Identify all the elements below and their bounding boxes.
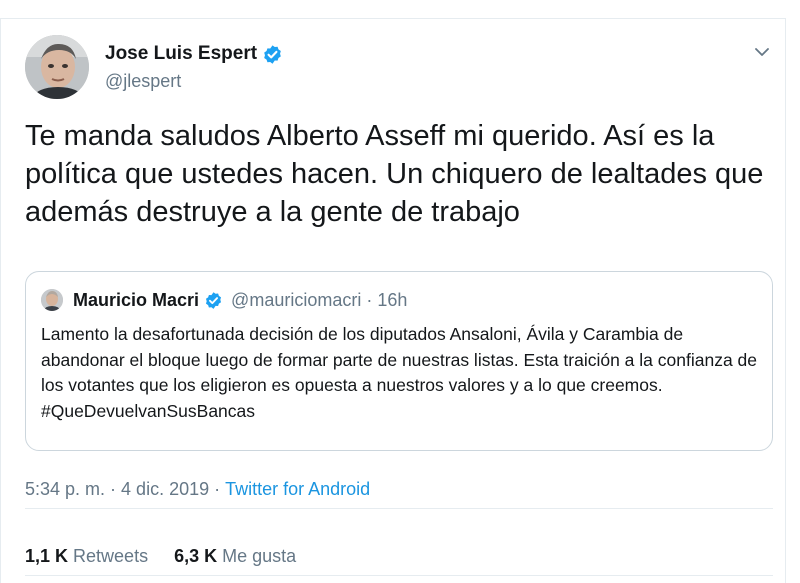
retweets-label: Retweets	[73, 546, 149, 566]
quoted-tweet[interactable]: Mauricio Macri @mauriciomacri · 16h Lame…	[25, 271, 773, 451]
likes-count: 6,3 K	[174, 546, 218, 566]
tweet-time[interactable]: 5:34 p. m.	[25, 479, 105, 499]
likes-stat[interactable]: 6,3 K Me gusta	[174, 546, 296, 567]
quoted-timestamp[interactable]: 16h	[377, 290, 407, 311]
tweet-card: Jose Luis Espert @jlespert Te manda salu…	[0, 18, 786, 583]
retweets-stat[interactable]: 1,1 K Retweets	[25, 546, 148, 567]
divider	[25, 508, 773, 509]
divider	[25, 575, 773, 576]
tweet-source-link[interactable]: Twitter for Android	[225, 479, 370, 499]
verified-badge-icon	[262, 44, 283, 65]
author-avatar[interactable]	[25, 35, 89, 99]
quoted-header: Mauricio Macri @mauriciomacri · 16h	[73, 290, 407, 311]
tweet-text: Te manda saludos Alberto Asseff mi queri…	[25, 120, 764, 228]
quoted-separator: ·	[366, 290, 373, 310]
quoted-author-avatar[interactable]	[41, 289, 63, 311]
tweet-stats: 1,1 K Retweets 6,3 K Me gusta	[25, 546, 296, 567]
tweet-date[interactable]: 4 dic. 2019	[121, 479, 209, 499]
meta-separator: ·	[214, 479, 221, 499]
author-handle[interactable]: @jlespert	[105, 71, 181, 92]
quoted-display-name[interactable]: Mauricio Macri	[73, 290, 199, 311]
quoted-text: Lamento la desafortunada decisión de los…	[41, 324, 758, 421]
retweets-count: 1,1 K	[25, 546, 69, 566]
chevron-down-icon[interactable]	[751, 41, 773, 63]
likes-label: Me gusta	[222, 546, 297, 566]
verified-badge-icon	[204, 291, 223, 310]
author-display-name[interactable]: Jose Luis Espert	[105, 43, 257, 65]
tweet-meta: 5:34 p. m. · 4 dic. 2019 · Twitter for Andro…	[25, 479, 370, 500]
author-name-row: Jose Luis Espert	[105, 43, 283, 65]
meta-separator: ·	[110, 479, 117, 499]
quoted-handle[interactable]: @mauriciomacri	[231, 290, 361, 311]
